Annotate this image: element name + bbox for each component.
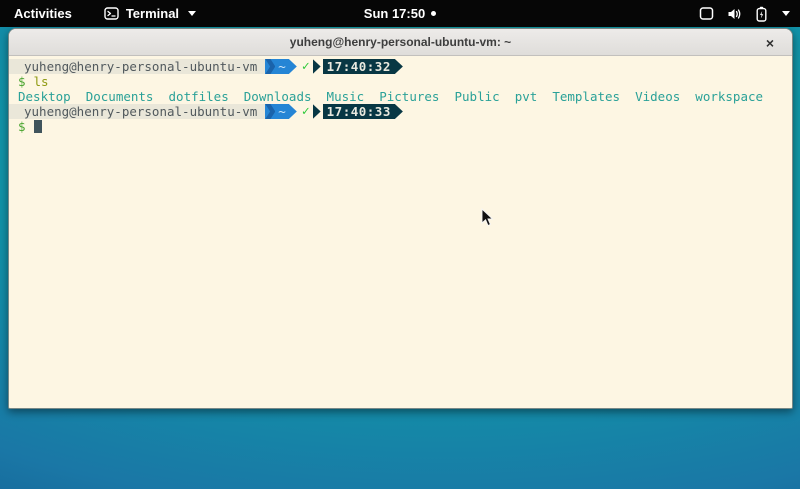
notification-dot	[431, 11, 436, 16]
app-menu-label: Terminal	[126, 6, 179, 21]
volume-icon	[727, 7, 743, 21]
system-menu-chevron-icon	[782, 11, 790, 16]
app-menu-terminal[interactable]: Terminal	[104, 6, 196, 21]
chevron-down-icon	[188, 11, 196, 16]
battery-charging-icon	[756, 6, 767, 22]
window-title: yuheng@henry-personal-ubuntu-vm: ~	[290, 35, 511, 49]
activities-button[interactable]: Activities	[10, 6, 76, 21]
powerline-chevron	[265, 59, 275, 74]
powerline-separator	[395, 59, 403, 74]
status-check-icon: ✓	[297, 104, 313, 119]
prompt-dollar: $	[9, 74, 26, 89]
prompt-line-1: yuheng@henry-personal-ubuntu-vm ~ ✓ 17:4…	[9, 59, 792, 74]
powerline-separator	[289, 104, 297, 119]
top-bar: Activities Terminal Sun 17:50	[0, 0, 800, 27]
prompt-cwd-segment: ~	[265, 59, 289, 74]
display-icon	[699, 6, 714, 21]
prompt-time: 17:40:32	[323, 59, 395, 74]
prompt-dollar: $	[9, 119, 26, 134]
ls-output-line: Desktop Documents dotfiles Downloads Mus…	[9, 89, 792, 104]
prompt-time: 17:40:33	[323, 104, 395, 119]
clock-menu[interactable]: Sun 17:50	[364, 6, 425, 21]
powerline-separator	[395, 104, 403, 119]
terminal-content[interactable]: yuheng@henry-personal-ubuntu-vm ~ ✓ 17:4…	[9, 56, 792, 409]
prompt-cwd-segment: ~	[265, 104, 289, 119]
command-line: $ ls	[9, 74, 792, 89]
text-cursor	[34, 120, 42, 133]
powerline-chevron	[265, 104, 275, 119]
directory-listing: Desktop Documents dotfiles Downloads Mus…	[9, 89, 763, 104]
prompt-user-host: yuheng@henry-personal-ubuntu-vm	[9, 104, 265, 119]
system-status-area[interactable]	[699, 6, 790, 22]
input-line[interactable]: $	[9, 119, 792, 134]
powerline-separator	[313, 104, 321, 119]
prompt-user-host: yuheng@henry-personal-ubuntu-vm	[9, 59, 265, 74]
powerline-separator	[313, 59, 321, 74]
powerline-separator	[289, 59, 297, 74]
typed-command: ls	[26, 74, 49, 89]
terminal-app-icon	[104, 7, 119, 20]
terminal-window: yuheng@henry-personal-ubuntu-vm: ~ × yuh…	[8, 28, 793, 409]
status-check-icon: ✓	[297, 59, 313, 74]
close-button[interactable]: ×	[758, 29, 782, 56]
window-titlebar[interactable]: yuheng@henry-personal-ubuntu-vm: ~ ×	[9, 29, 792, 56]
prompt-line-2: yuheng@henry-personal-ubuntu-vm ~ ✓ 17:4…	[9, 104, 792, 119]
